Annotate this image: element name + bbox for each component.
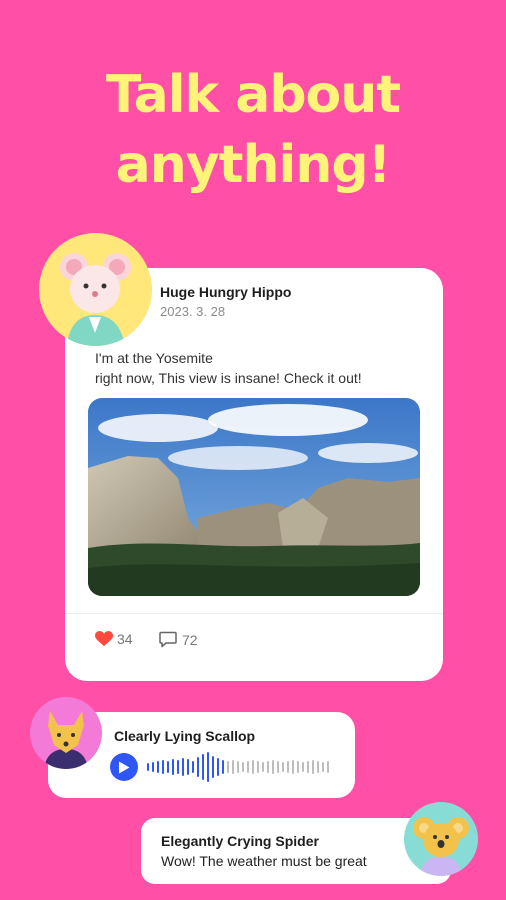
post-text-line-2: right now, This view is insane! Check it… [95,370,362,386]
waveform-bar [282,762,284,772]
waveform-bar [157,761,159,773]
post-author-name[interactable]: Huge Hungry Hippo [160,284,291,300]
waveform-bar [232,760,234,774]
mouse-avatar-icon [60,253,131,346]
comment-icon [159,631,177,648]
waveform-bar [152,762,154,772]
waveform-bar [162,760,164,774]
play-icon [119,761,130,773]
waveform-bar [222,760,224,774]
headline-line-1: Talk about [105,65,401,125]
voice-sender-name[interactable]: Clearly Lying Scallop [114,728,255,744]
waveform-bar [312,760,314,774]
waveform-bar [317,761,319,773]
headline: Talk about anything! [0,60,506,200]
waveform-bar [252,760,254,774]
waveform-bar [237,761,239,773]
chat-message-text: Wow! The weather must be great [161,853,367,869]
waveform-bar [187,759,189,775]
yosemite-photo-image [88,398,420,596]
waveform-bar [262,762,264,772]
waveform-bar [167,761,169,773]
play-button[interactable] [110,753,138,781]
waveform-bar [307,761,309,773]
waveform-bar [277,761,279,773]
comment-button[interactable]: 72 [159,631,198,648]
like-button[interactable]: 34 [95,631,133,647]
post-text: I'm at the Yosemite right now, This view… [95,348,362,388]
waveform-bar [202,754,204,780]
waveform-bar [207,752,209,782]
waveform-bar [292,760,294,774]
waveform-bar [327,761,329,773]
waveform-bar [257,761,259,773]
author-avatar[interactable] [39,233,152,346]
voice-sender-avatar[interactable] [30,697,102,769]
waveform-bar [302,762,304,772]
waveform-bar [182,758,184,776]
waveform-bar [197,757,199,777]
waveform-bar [227,761,229,773]
koala-avatar-icon [413,817,469,876]
waveform-bar [172,759,174,775]
chat-sender-name[interactable]: Elegantly Crying Spider [161,833,319,849]
waveform-bar [242,762,244,772]
chat-sender-avatar[interactable] [404,802,478,876]
fox-avatar-icon [44,711,88,769]
waveform-bar [272,760,274,774]
waveform-bar [177,760,179,774]
waveform-bar [287,761,289,773]
headline-line-2: anything! [115,135,392,195]
like-count: 34 [117,631,133,647]
waveform-bar [192,761,194,773]
post-date: 2023. 3. 28 [160,304,226,319]
waveform-bar [217,758,219,776]
post-photo[interactable] [88,398,420,596]
waveform-bar [147,763,149,771]
audio-waveform[interactable] [147,750,337,784]
post-text-line-1: I'm at the Yosemite [95,350,213,366]
waveform-bar [212,756,214,778]
waveform-bar [267,761,269,773]
comment-count: 72 [182,631,198,648]
waveform-bar [247,761,249,773]
post-divider [65,613,443,614]
heart-icon [95,631,113,646]
waveform-bar [322,762,324,772]
waveform-bar [297,761,299,773]
